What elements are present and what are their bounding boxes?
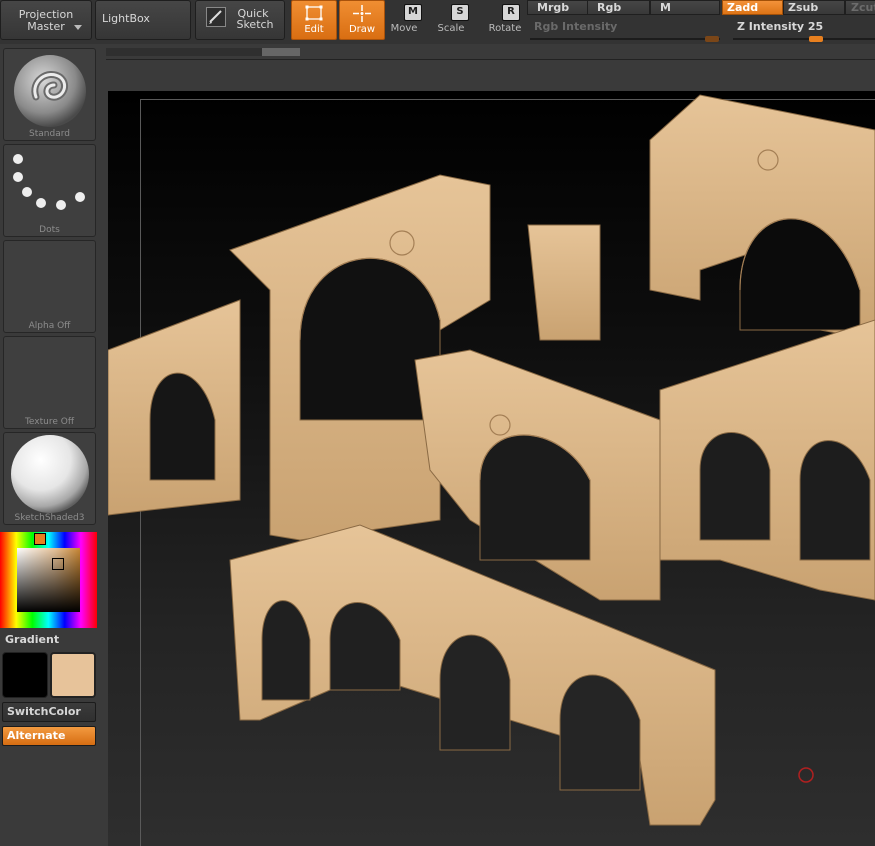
scale-label: Scale bbox=[437, 23, 465, 34]
brush-cursor bbox=[798, 767, 814, 783]
rotate-button[interactable]: R Rotate bbox=[482, 0, 528, 40]
hue-marker[interactable] bbox=[34, 533, 46, 545]
z-intensity-slider[interactable] bbox=[733, 38, 875, 40]
alpha-thumbnail[interactable]: Alpha Off bbox=[3, 240, 96, 333]
top-shelf: Projection Master LightBox Quick Sketch … bbox=[0, 0, 875, 44]
canvas-divider bbox=[106, 59, 875, 60]
dots-stroke-icon bbox=[13, 154, 85, 210]
dropdown-icon bbox=[74, 25, 82, 30]
edit-label: Edit bbox=[304, 24, 324, 35]
gothic-arcade-model[interactable] bbox=[108, 91, 875, 846]
material-thumbnail[interactable]: SketchShaded3 bbox=[3, 432, 96, 525]
lightbox-label: LightBox bbox=[102, 12, 150, 25]
texture-caption: Texture Off bbox=[24, 417, 75, 427]
rgb-intensity-knob[interactable] bbox=[705, 36, 719, 42]
color-square[interactable] bbox=[17, 548, 80, 612]
quick-sketch-label-2: Sketch bbox=[236, 18, 274, 31]
move-label: Move bbox=[390, 23, 418, 34]
document-canvas[interactable] bbox=[108, 91, 875, 846]
stroke-caption: Dots bbox=[39, 225, 60, 235]
rotate-label: Rotate bbox=[488, 23, 522, 34]
material-caption: SketchShaded3 bbox=[14, 513, 85, 523]
draw-icon bbox=[353, 5, 371, 22]
zadd-button[interactable]: Zadd bbox=[722, 0, 783, 15]
zsub-button[interactable]: Zsub bbox=[783, 0, 845, 15]
quick-sketch-icon bbox=[206, 7, 226, 27]
draw-label: Draw bbox=[348, 24, 376, 35]
z-intensity-knob[interactable] bbox=[809, 36, 823, 42]
rgb-intensity-slider[interactable] bbox=[530, 38, 720, 40]
edit-button[interactable]: Edit bbox=[291, 0, 337, 40]
switchcolor-button[interactable]: SwitchColor bbox=[2, 702, 96, 722]
alternate-button[interactable]: Alternate bbox=[2, 726, 96, 746]
brush-caption: Standard bbox=[29, 129, 70, 139]
scale-button[interactable]: S Scale bbox=[430, 0, 476, 40]
edit-icon bbox=[305, 5, 323, 21]
z-intensity-label: Z Intensity 25 bbox=[737, 20, 824, 33]
color-marker[interactable] bbox=[52, 558, 64, 570]
stroke-thumbnail[interactable]: Dots bbox=[3, 144, 96, 237]
canvas-scroll-thumb[interactable] bbox=[262, 48, 300, 56]
scale-icon: S bbox=[451, 4, 469, 21]
rgb-button[interactable]: Rgb bbox=[587, 0, 650, 15]
brush-thumbnail[interactable]: Standard bbox=[3, 48, 96, 141]
rotate-icon: R bbox=[502, 4, 520, 21]
main-color-swatch[interactable] bbox=[50, 652, 96, 698]
quick-sketch-button[interactable]: Quick Sketch bbox=[195, 0, 285, 40]
secondary-color-swatch[interactable] bbox=[2, 652, 48, 698]
texture-thumbnail[interactable]: Texture Off bbox=[3, 336, 96, 429]
zcut-button[interactable]: Zcut bbox=[845, 0, 875, 15]
m-button[interactable]: M bbox=[650, 0, 720, 15]
move-button[interactable]: M Move bbox=[383, 0, 429, 40]
z-intensity-value: 25 bbox=[807, 20, 824, 33]
mrgb-button[interactable]: Mrgb bbox=[527, 0, 590, 15]
alpha-caption: Alpha Off bbox=[28, 321, 71, 331]
color-picker[interactable] bbox=[0, 532, 97, 628]
projection-master-button[interactable]: Projection Master bbox=[0, 0, 92, 40]
draw-button[interactable]: Draw bbox=[339, 0, 385, 40]
lightbox-button[interactable]: LightBox bbox=[95, 0, 191, 40]
left-tray: Standard Dots Alpha Off Texture Off Sket… bbox=[0, 44, 103, 846]
standard-brush-icon bbox=[14, 55, 86, 127]
gradient-label: Gradient bbox=[5, 633, 60, 646]
rgb-intensity-label: Rgb Intensity bbox=[534, 20, 618, 33]
material-sphere-icon bbox=[11, 435, 89, 513]
move-icon: M bbox=[404, 4, 422, 21]
